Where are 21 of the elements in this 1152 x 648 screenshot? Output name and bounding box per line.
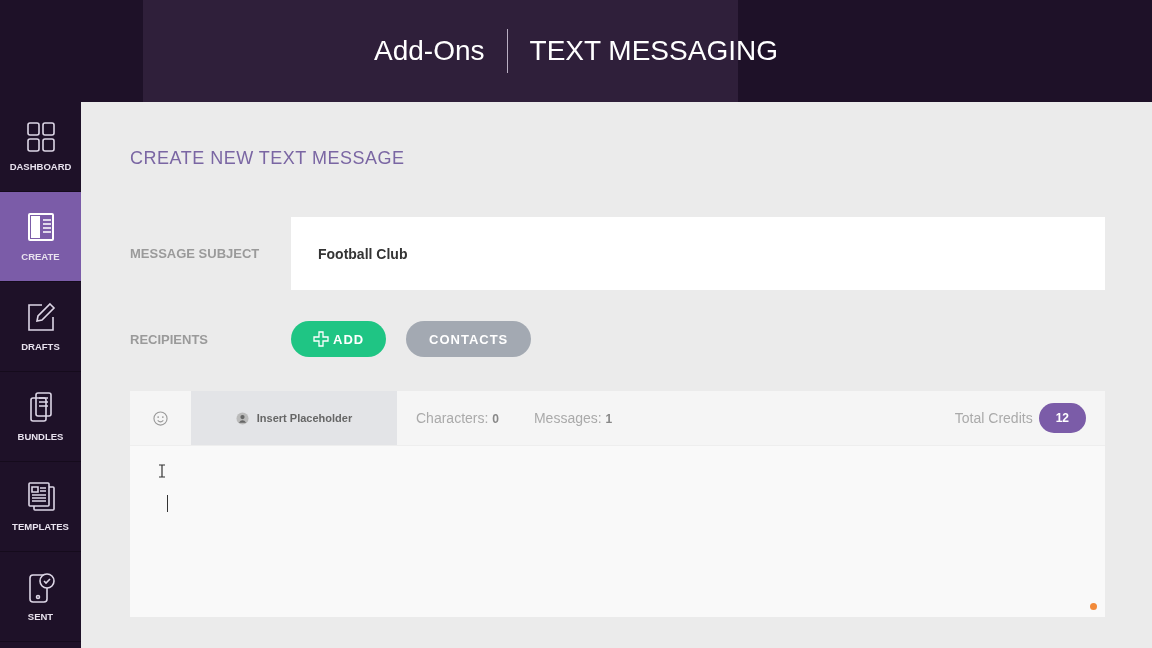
- message-count: Messages: 1: [533, 410, 613, 426]
- user-icon: [235, 411, 249, 425]
- smiley-icon: [153, 410, 168, 426]
- field-label: MESSAGE SUBJECT: [130, 246, 261, 261]
- document-icon: [25, 211, 56, 243]
- text-cursor-icon: [158, 464, 166, 478]
- edit-icon: [25, 301, 56, 333]
- credits-badge: 12: [1038, 403, 1086, 433]
- field-label: RECIPIENTS: [130, 331, 209, 347]
- status-dot: [1090, 603, 1097, 610]
- plus-icon: [313, 331, 329, 347]
- insert-placeholder-button[interactable]: Insert Placeholder: [191, 391, 397, 445]
- page-heading: TEXT MESSAGING: [529, 35, 778, 67]
- form-title: CREATE NEW TEXT MESSAGE: [130, 148, 406, 169]
- sidebar-item[interactable]: CREATE: [0, 192, 81, 282]
- newspaper-icon: [25, 481, 56, 513]
- section-title: Add-Ons: [374, 35, 485, 67]
- grid-icon: [25, 121, 56, 153]
- character-count: Characters: 0: [416, 410, 499, 426]
- subject-field[interactable]: Football Club: [291, 217, 1105, 290]
- credits-label: Total Credits: [954, 410, 1033, 426]
